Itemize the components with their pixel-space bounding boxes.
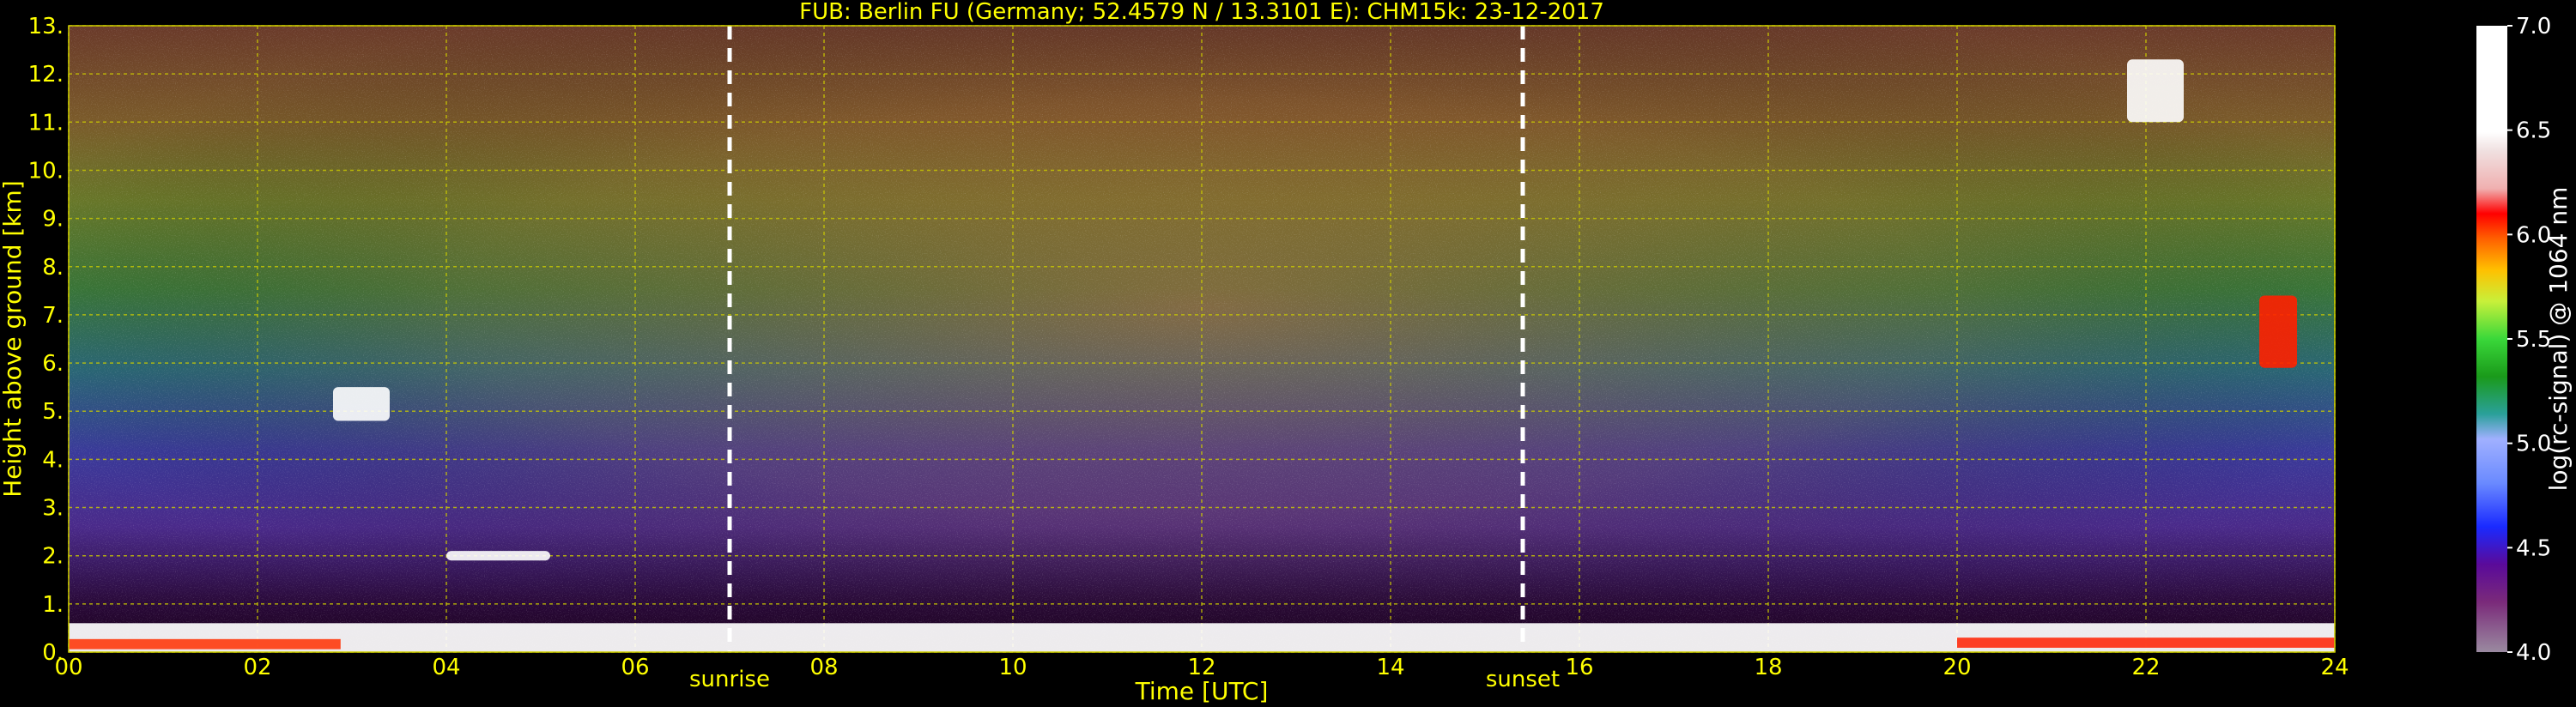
y-tick-label: 2. [42, 544, 64, 570]
x-tick-label: 06 [621, 655, 649, 680]
plot-area [69, 26, 2335, 652]
signal-noise [69, 26, 2335, 652]
cloud-layer [333, 387, 390, 421]
cloud-layer [446, 551, 550, 561]
cloud-layer [2259, 295, 2297, 368]
x-tick-label: 02 [243, 655, 271, 680]
y-tick-label: 8. [42, 255, 64, 281]
y-tick-label: 13. [28, 14, 64, 39]
sun-marker-label: sunrise [689, 667, 770, 692]
x-tick-label: 22 [2131, 655, 2160, 680]
x-tick-label: 08 [809, 655, 838, 680]
y-tick-label: 9. [42, 207, 64, 233]
colorbar-tick-label: 4.0 [2516, 640, 2551, 666]
colorbar-scale [2476, 26, 2507, 652]
ceilometer-chart: sunrise sunset 00 02 04 06 08 10 12 14 16 18 20 22 24… [0, 0, 2573, 705]
boundary-layer-core [1957, 638, 2335, 648]
x-tick-label: 14 [1376, 655, 1404, 680]
x-tick-label: 18 [1754, 655, 1782, 680]
sun-marker-label: sunset [1486, 667, 1560, 692]
y-tick-label: 0. [42, 640, 64, 666]
y-tick-label: 1. [42, 592, 64, 618]
y-tick-label: 4. [42, 447, 64, 473]
x-tick-label: 16 [1565, 655, 1593, 680]
colorbar-label: log(rc-signal) @ 1064 nm [2544, 187, 2573, 492]
x-axis-label: Time [UTC] [1135, 677, 1269, 705]
boundary-layer-core [69, 638, 341, 650]
y-tick-label: 10. [28, 158, 64, 184]
colorbar-tick-label: 7.0 [2516, 14, 2551, 39]
colorbar: 4.04.55.05.56.06.57.0 [2476, 14, 2551, 666]
colorbar-tick-label: 4.5 [2516, 535, 2551, 561]
y-tick-label: 11. [28, 110, 64, 136]
colorbar-tick-label: 6.5 [2516, 118, 2551, 144]
y-tick-label: 6. [42, 351, 64, 377]
y-tick-label: 3. [42, 496, 64, 522]
x-tick-label: 04 [432, 655, 460, 680]
y-tick-label: 5. [42, 399, 64, 425]
y-tick-label: 7. [42, 303, 64, 329]
y-axis-label: Height above ground [km] [0, 180, 27, 498]
x-tick-label: 20 [1943, 655, 1971, 680]
cirrus-layer [2127, 59, 2184, 123]
y-tick-label: 12. [28, 62, 64, 88]
x-tick-label: 24 [2320, 655, 2349, 680]
chart-title: FUB: Berlin FU (Germany; 52.4579 N / 13.… [799, 0, 1604, 25]
x-tick-label: 10 [998, 655, 1027, 680]
